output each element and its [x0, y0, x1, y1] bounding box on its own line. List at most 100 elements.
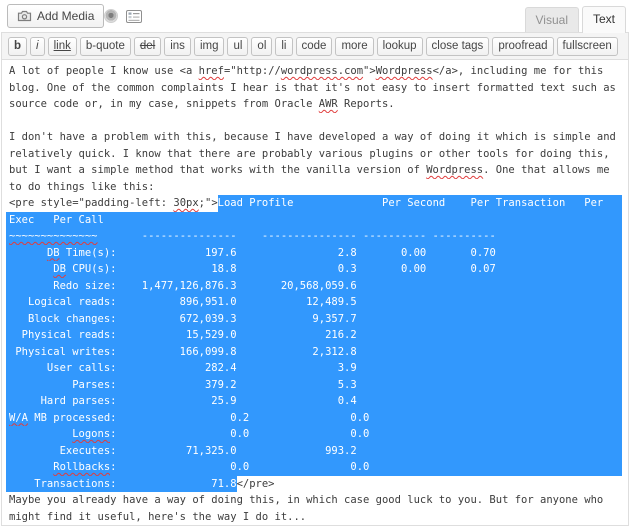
quicktag-fullscreen-button[interactable]: fullscreen — [557, 37, 618, 56]
editor-line: relatively quick. I know that there are … — [6, 146, 622, 163]
editor-text: to do things like this: — [6, 179, 154, 196]
editor-text: Maybe you already have a way of doing th… — [6, 492, 603, 509]
tab-text[interactable]: Text — [582, 6, 626, 33]
editor-line: blog. One of the common complaints I hea… — [6, 80, 622, 97]
editor-text: but I want a simple method that works wi… — [6, 162, 426, 179]
editor-line: might find it useful, here's the way I d… — [6, 509, 622, 526]
editor-text: AWR — [319, 96, 338, 113]
editor-line: Logical reads: 896,951.0 12,489.5 — [6, 294, 622, 311]
post-content-textarea[interactable]: A lot of people I know use <a href="http… — [2, 60, 628, 525]
editor-line: I don't have a problem with this, becaus… — [6, 129, 622, 146]
editor-line: Hard parses: 25.9 0.4 — [6, 393, 622, 410]
editor-line: A lot of people I know use <a href="http… — [6, 63, 622, 80]
selected-text: Logical reads: 896,951.0 12,489.5 — [6, 294, 622, 311]
circle-icon[interactable] — [104, 9, 118, 23]
selected-text: Parses: 379.2 5.3 — [6, 377, 622, 394]
editor-mode-tabs: Visual Text — [525, 6, 626, 33]
editor-text: ;"> — [199, 195, 218, 212]
selected-text: CPU(s): 18.8 0.3 0.00 0.07 — [66, 261, 622, 278]
editor-text: Reports. — [338, 96, 395, 113]
editor-text: Wordpress — [426, 162, 483, 179]
selected-text — [6, 245, 47, 262]
tab-visual[interactable]: Visual — [525, 7, 579, 33]
selected-text: DB — [53, 261, 66, 278]
editor-line: to do things like this: — [6, 179, 622, 196]
editor-text: </a>, including me for this — [433, 63, 604, 80]
media-bar: Add Media Visual Text — [0, 0, 630, 32]
quicktag-li-button[interactable]: li — [275, 37, 292, 56]
editor-text: blog. One of the common complaints I hea… — [6, 80, 616, 97]
quicktag-ins-button[interactable]: ins — [164, 37, 191, 56]
selected-text: Physical reads: 15,529.0 216.2 — [6, 327, 622, 344]
wordpress-post-editor: Add Media Visual Text bilinkb-quotedelin… — [0, 0, 630, 526]
quicktag-ol-button[interactable]: ol — [251, 37, 272, 56]
editor-line: ~~~~~~~~~~~~~~ --------------- ---------… — [6, 228, 622, 245]
editor-line: Block changes: 672,039.3 9,357.7 — [6, 311, 622, 328]
quicktag-proofread-button[interactable]: proofread — [492, 37, 553, 56]
selected-text: Executes: 71,325.0 993.2 — [6, 443, 622, 460]
quicktag-i-button[interactable]: i — [30, 37, 45, 56]
editor-line: but I want a simple method that works wi… — [6, 162, 622, 179]
editor-text: </pre> — [237, 476, 275, 493]
selected-text: --------------- --------------- --------… — [98, 228, 622, 245]
selected-text: Exec Per Call — [6, 212, 622, 229]
editor-line: Logons: 0.0 0.0 — [6, 426, 622, 443]
selected-text: Time(s): 197.6 2.8 0.00 0.70 — [60, 245, 622, 262]
editor-text: wordpress.com — [281, 63, 363, 80]
add-media-label: Add Media — [37, 9, 94, 23]
selected-text: Rollbacks — [53, 459, 110, 476]
selected-text: W/A — [6, 410, 28, 427]
selected-text: User calls: 282.4 3.9 — [6, 360, 622, 377]
quicktag-link-button[interactable]: link — [48, 37, 77, 56]
editor-text: . One that allows me — [483, 162, 609, 179]
quicktag-ul-button[interactable]: ul — [227, 37, 248, 56]
selected-text: : 0.0 0.0 — [110, 426, 622, 443]
editor-text: might find it useful, here's the way I d… — [6, 509, 306, 526]
editor-text: relatively quick. I know that there are … — [6, 146, 610, 163]
selected-text — [6, 459, 53, 476]
editor-text: A lot of people I know use <a — [6, 63, 199, 80]
selected-text: Load Profile Per Second Per Transaction … — [218, 195, 622, 212]
selected-text: Block changes: 672,039.3 9,357.7 — [6, 311, 622, 328]
editor-line: <pre style="padding-left: 30px;">Load Pr… — [6, 195, 622, 212]
editor-line: DB Time(s): 197.6 2.8 0.00 0.70 — [6, 245, 622, 262]
quicktag-lookup-button[interactable]: lookup — [377, 37, 423, 56]
camera-icon — [17, 10, 32, 22]
selected-text: : 0.0 0.0 — [110, 459, 622, 476]
selected-text — [6, 261, 53, 278]
editor-line: Redo size: 1,477,126,876.3 20,568,059.6 — [6, 278, 622, 295]
editor-text: ="http:// — [224, 63, 281, 80]
selected-text: Physical writes: 166,099.8 2,312.8 — [6, 344, 622, 361]
quicktag-close-tags-button[interactable]: close tags — [426, 37, 490, 56]
quicktag-code-button[interactable]: code — [296, 37, 333, 56]
quicktag-img-button[interactable]: img — [194, 37, 225, 56]
editor-text: "> — [363, 63, 376, 80]
quicktags-toolbar: bilinkb-quotedelinsimgulollicodemorelook… — [2, 33, 628, 60]
quicktag-del-button[interactable]: del — [134, 37, 161, 56]
selected-text: Logons — [72, 426, 110, 443]
editor-text: 30px — [173, 195, 198, 212]
selected-text: DB — [47, 245, 60, 262]
quicktag-more-button[interactable]: more — [335, 37, 373, 56]
form-table-icon[interactable] — [126, 10, 142, 23]
editor-text: source code or, in my case, snippets fro… — [6, 96, 319, 113]
editor-text: href — [199, 63, 224, 80]
quicktag-b-button[interactable]: b — [8, 37, 27, 56]
editor-line: Maybe you already have a way of doing th… — [6, 492, 622, 509]
editor-text: I don't have a problem with this, becaus… — [6, 129, 616, 146]
editor-line: Physical reads: 15,529.0 216.2 — [6, 327, 622, 344]
editor-line: Parses: 379.2 5.3 — [6, 377, 622, 394]
selected-text: MB processed: 0.2 0.0 — [28, 410, 622, 427]
selected-text: Transactions: 71.8 — [6, 476, 237, 493]
editor-line: DB CPU(s): 18.8 0.3 0.00 0.07 — [6, 261, 622, 278]
editor-line: W/A MB processed: 0.2 0.0 — [6, 410, 622, 427]
quicktag-b-quote-button[interactable]: b-quote — [80, 37, 131, 56]
editor-line: Executes: 71,325.0 993.2 — [6, 443, 622, 460]
selected-text — [6, 426, 72, 443]
selected-text: ~~~~~~~~~~~~~~ — [6, 228, 98, 245]
editor-text: Wordpress — [376, 63, 433, 80]
editor-line: Transactions: 71.8</pre> — [6, 476, 622, 493]
add-media-button[interactable]: Add Media — [7, 4, 104, 28]
editor-line: Rollbacks: 0.0 0.0 — [6, 459, 622, 476]
editor-frame: bilinkb-quotedelinsimgulollicodemorelook… — [1, 32, 629, 526]
